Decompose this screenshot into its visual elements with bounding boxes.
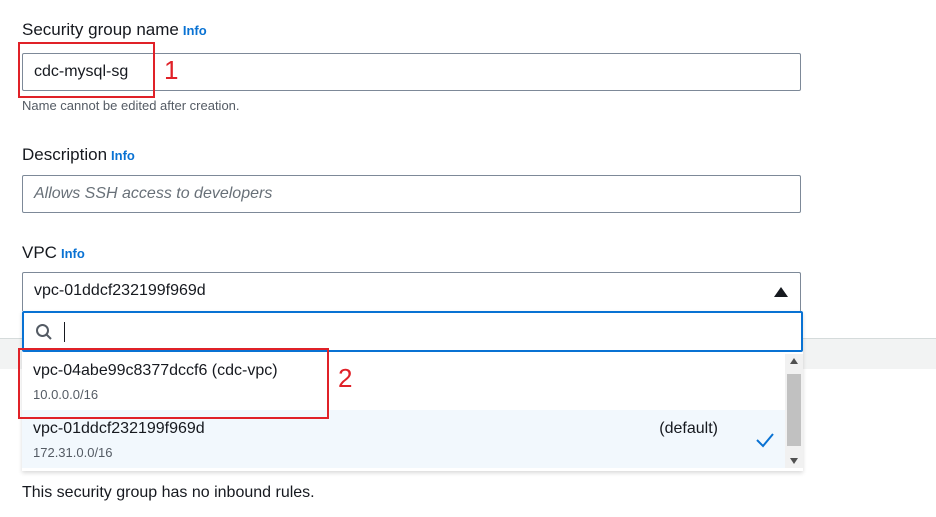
security-group-name-info-link[interactable]: Info [183,23,207,38]
vpc-select[interactable]: vpc-01ddcf232199f969d [22,272,801,312]
vpc-label-text: VPC [22,243,57,262]
description-info-link[interactable]: Info [111,148,135,163]
scroll-down-arrow-icon[interactable] [790,458,798,464]
vpc-option-title: vpc-01ddcf232199f969d [33,420,205,437]
security-group-name-hint: Name cannot be edited after creation. [22,98,240,113]
vpc-selected-value: vpc-01ddcf232199f969d [34,282,206,299]
description-label: Description Info [22,145,135,165]
scrollbar-thumb[interactable] [787,374,801,446]
scroll-up-arrow-icon[interactable] [790,358,798,364]
vpc-label: VPC Info [22,243,85,263]
search-icon [36,324,52,340]
annotation-box-1 [18,42,155,98]
vpc-option-cidr: 172.31.0.0/16 [33,445,113,460]
vpc-search-input[interactable] [22,311,803,352]
caret-up-icon[interactable] [774,287,788,297]
default-tag: (default) [659,420,718,437]
security-group-name-label-text: Security group name [22,20,179,39]
annotation-number-1: 1 [164,55,179,85]
text-cursor [64,322,65,342]
security-group-name-label: Security group name Info [22,20,207,40]
dropdown-scrollbar[interactable] [785,354,803,468]
description-input[interactable]: Allows SSH access to developers [22,175,801,213]
annotation-box-2 [18,348,329,419]
inbound-rules-empty-text: This security group has no inbound rules… [22,484,315,501]
check-icon [756,433,774,448]
annotation-number-2: 2 [338,363,353,393]
description-placeholder: Allows SSH access to developers [34,185,273,202]
vpc-info-link[interactable]: Info [61,246,85,261]
description-label-text: Description [22,145,108,164]
